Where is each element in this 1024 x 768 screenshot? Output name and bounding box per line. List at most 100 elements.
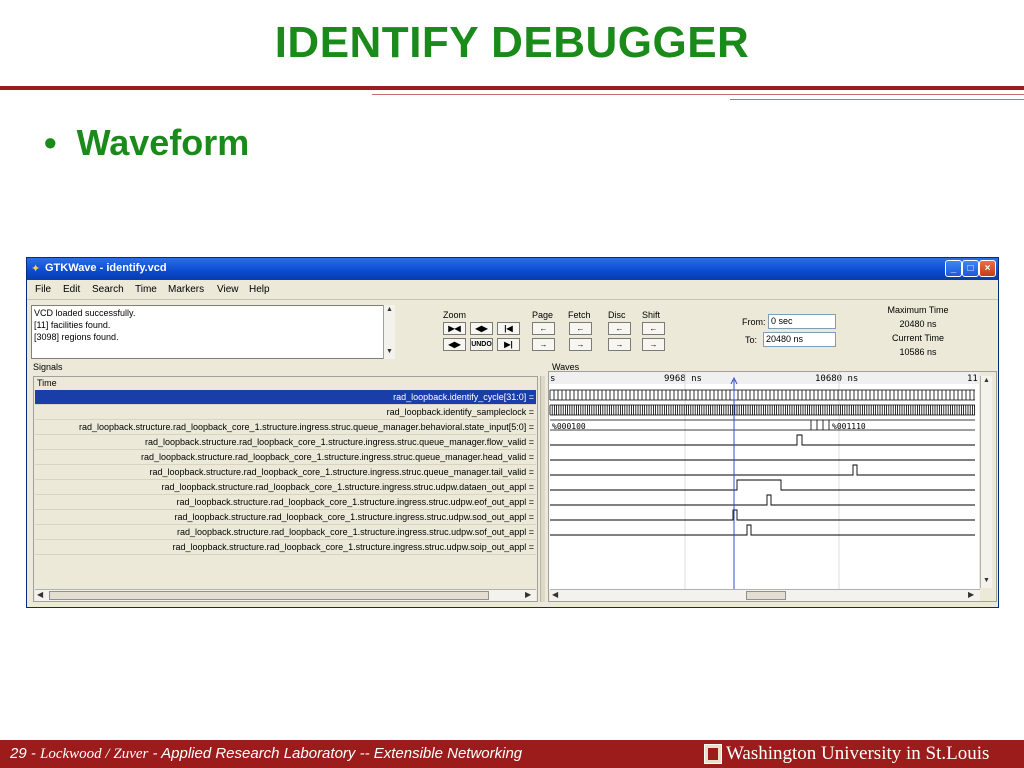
status-scrollbar[interactable]: ▲ ▼ [383, 305, 395, 359]
arrow-left-icon: ← [615, 324, 624, 333]
page-right-button[interactable]: → [532, 338, 555, 351]
fetch-left-button[interactable]: ← [569, 322, 592, 335]
to-input[interactable]: 20480 ns [763, 332, 836, 347]
menu-help[interactable]: Help [249, 284, 270, 295]
signal-row[interactable]: rad_loopback.structure.rad_loopback_core… [35, 540, 536, 555]
scroll-right-icon[interactable]: ▶ [525, 590, 531, 599]
signal-row[interactable]: rad_loopback.structure.rad_loopback_core… [35, 480, 536, 495]
signals-hscrollbar[interactable]: ◀ ▶ [35, 589, 536, 601]
scroll-left-icon[interactable]: ◀ [552, 590, 558, 599]
bullet-dot-icon: • [44, 122, 57, 163]
university-shield-icon [704, 744, 722, 764]
fetch-right-button[interactable]: → [569, 338, 592, 351]
arrow-left-icon: ← [539, 324, 548, 333]
arrow-right-icon: → [649, 340, 658, 349]
signals-list: rad_loopback.identify_cycle[31:0] = rad_l… [35, 390, 536, 586]
time-ruler [549, 372, 979, 384]
signal-row[interactable]: rad_loopback.structure.rad_loopback_core… [35, 465, 536, 480]
current-time-value: 10586 ns [899, 347, 937, 357]
scroll-up-icon[interactable]: ▲ [386, 306, 393, 313]
menu-time[interactable]: Time [135, 284, 157, 295]
footer-authors: Lockwood / Zuver [40, 746, 149, 762]
zoom-full-button[interactable]: ◀▶ [443, 338, 466, 351]
arrow-right-icon: → [576, 340, 585, 349]
title-rule-thin [372, 94, 1024, 95]
scroll-down-icon[interactable]: ▼ [983, 577, 990, 584]
pane-splitter[interactable] [540, 376, 545, 602]
signal-row[interactable]: rad_loopback.identify_cycle[31:0] = [35, 390, 536, 405]
scroll-right-icon[interactable]: ▶ [968, 590, 974, 599]
gtkwave-window: ✦ GTKWave - identify.vcd _ □ × File Edit… [26, 257, 999, 608]
signal-row[interactable]: rad_loopback.structure.rad_loopback_core… [35, 525, 536, 540]
bullet-text: Waveform [76, 122, 250, 163]
gtkwave-app-icon: ✦ [31, 263, 41, 275]
window-titlebar[interactable]: ✦ GTKWave - identify.vcd _ □ × [27, 258, 998, 280]
menu-view[interactable]: View [217, 284, 239, 295]
from-input[interactable]: 0 sec [768, 314, 836, 329]
arrow-right-icon: → [539, 340, 548, 349]
signals-panel: Time rad_loopback.identify_cycle[31:0] =… [33, 376, 538, 602]
max-time-value: 20480 ns [899, 319, 937, 329]
zoom-out-button[interactable]: |◀ [497, 322, 520, 335]
zoom-group-label: Zoom [443, 310, 467, 320]
disc-left-button[interactable]: ← [608, 322, 631, 335]
footer-separator: - [148, 745, 162, 762]
signal-row[interactable]: rad_loopback.structure.rad_loopback_core… [35, 420, 536, 435]
title-rule [0, 86, 1024, 90]
minimize-button[interactable]: _ [945, 260, 962, 277]
zoom-fit-button[interactable]: ▶◀ [443, 322, 466, 335]
signal-row[interactable]: rad_loopback.identify_sampleclock = [35, 405, 536, 420]
ruler-label: s [550, 374, 555, 384]
menu-edit[interactable]: Edit [63, 284, 80, 295]
current-time-label: Current Time [891, 333, 944, 343]
waves-hscrollbar[interactable]: ◀ ▶ [550, 589, 980, 601]
status-line: VCD loaded successfully. [34, 308, 136, 318]
waves-vscrollbar[interactable]: ▲ ▼ [980, 376, 992, 588]
menu-file[interactable]: File [35, 284, 51, 295]
menubar: File Edit Search Time Markers View Help [27, 280, 998, 300]
status-line: [11] facilities found. [34, 320, 111, 330]
status-log[interactable]: VCD loaded successfully. [11] facilities… [31, 305, 395, 359]
window-title: GTKWave - identify.vcd [45, 262, 167, 274]
scroll-left-icon[interactable]: ◀ [37, 590, 43, 599]
waveform-canvas[interactable]: s 9968 ns 10680 ns 11 %000100 %001110 [549, 372, 979, 590]
signals-scroll-thumb[interactable] [49, 591, 489, 600]
menu-search[interactable]: Search [92, 284, 124, 295]
arrow-right-icon: → [615, 340, 624, 349]
zoom-undo-button[interactable]: UNDO [470, 338, 493, 351]
from-label: From: [742, 317, 766, 327]
page-left-button[interactable]: ← [532, 322, 555, 335]
signals-panel-label: Signals [33, 362, 63, 372]
footer-credit: 29 - Lockwood / Zuver - Applied Research… [10, 745, 522, 763]
scroll-down-icon[interactable]: ▼ [386, 348, 393, 355]
shift-left-button[interactable]: ← [642, 322, 665, 335]
ruler-label: 11 [967, 374, 978, 384]
bus-value-label: %000100 [552, 422, 586, 431]
signal-row[interactable]: rad_loopback.structure.rad_loopback_core… [35, 450, 536, 465]
signal-row[interactable]: rad_loopback.structure.rad_loopback_core… [35, 495, 536, 510]
to-label: To: [745, 335, 758, 345]
footer-university: Washington University in St.Louis [726, 743, 990, 764]
zoom-end-button[interactable]: ▶| [497, 338, 520, 351]
scroll-up-icon[interactable]: ▲ [983, 377, 990, 384]
ruler-label: 10680 ns [815, 374, 858, 384]
slide-title: IDENTIFY DEBUGGER [274, 18, 750, 67]
page-group-label: Page [532, 310, 554, 320]
footer-lab: Applied Research Laboratory -- Extensibl… [161, 745, 523, 762]
zoom-in-button[interactable]: ◀▶ [470, 322, 493, 335]
waves-scroll-thumb[interactable] [746, 591, 786, 600]
ruler-label: 9968 ns [664, 374, 702, 384]
zoom-start-icon: |◀ [504, 324, 513, 333]
signal-row[interactable]: rad_loopback.structure.rad_loopback_core… [35, 510, 536, 525]
status-line: [3098] regions found. [34, 332, 119, 342]
shift-group-label: Shift [642, 310, 661, 320]
maximize-button[interactable]: □ [962, 260, 979, 277]
shift-right-button[interactable]: → [642, 338, 665, 351]
signal-row[interactable]: rad_loopback.structure.rad_loopback_core… [35, 435, 536, 450]
disc-right-button[interactable]: → [608, 338, 631, 351]
arrow-left-icon: ← [649, 324, 658, 333]
zoom-full-icon: ◀▶ [448, 340, 461, 349]
menu-markers[interactable]: Markers [168, 284, 204, 295]
fetch-group-label: Fetch [568, 310, 591, 320]
close-button[interactable]: × [979, 260, 996, 277]
